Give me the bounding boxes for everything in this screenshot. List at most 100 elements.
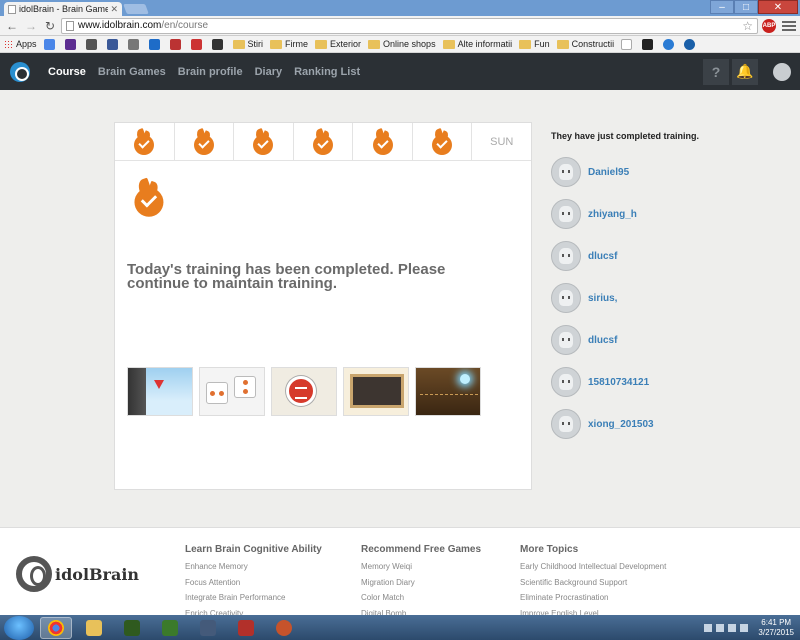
bookmark-icon-5[interactable] xyxy=(127,38,142,50)
app-taskbar-icon[interactable] xyxy=(268,617,300,639)
close-window-icon[interactable]: ✕ xyxy=(758,0,798,14)
app-taskbar-icon[interactable] xyxy=(230,617,262,639)
footer-link[interactable]: Focus Attention xyxy=(185,575,322,591)
url-input[interactable]: www.idolbrain.com/en/course ☆ xyxy=(61,17,758,34)
bookmark-icon-12[interactable] xyxy=(663,38,677,50)
game-thumbnail[interactable] xyxy=(343,367,409,416)
tray-icons[interactable] xyxy=(704,623,749,632)
nav-ranking-list[interactable]: Ranking List xyxy=(294,66,360,78)
browser-tab[interactable]: idolBrain - Brain Games & ✕ xyxy=(4,2,122,16)
bookmark-folder-constructii[interactable]: Constructii xyxy=(556,39,614,49)
reload-icon[interactable]: ↻ xyxy=(42,18,58,34)
username[interactable]: zhiyang_h xyxy=(588,209,637,220)
list-item[interactable]: Daniel95 xyxy=(551,151,721,193)
folder-icon xyxy=(519,39,532,49)
bookmark-folder-fun[interactable]: Fun xyxy=(519,39,550,49)
username[interactable]: dlucsf xyxy=(588,335,617,346)
bookmark-star-icon[interactable]: ☆ xyxy=(742,19,753,33)
user-avatar[interactable] xyxy=(764,53,800,90)
bookmark-apps[interactable]: Apps xyxy=(4,39,37,49)
forward-arrow-icon[interactable]: → xyxy=(23,18,39,34)
list-item[interactable]: dlucsf xyxy=(551,319,721,361)
idolbrain-logo-icon[interactable] xyxy=(10,61,30,82)
game-thumbnail[interactable] xyxy=(127,367,193,416)
new-tab-button[interactable] xyxy=(123,4,149,14)
footer-column-topics: More Topics Early Childhood Intellectual… xyxy=(520,544,666,621)
nav-diary[interactable]: Diary xyxy=(255,66,283,78)
game-thumbnail[interactable] xyxy=(271,367,337,416)
bookmark-folder-alte-informatii[interactable]: Alte informatii xyxy=(442,39,512,49)
list-item[interactable]: xiong_201503 xyxy=(551,403,721,445)
list-item[interactable]: 15810734121 xyxy=(551,361,721,403)
nvidia-taskbar-icon[interactable] xyxy=(116,617,148,639)
bookmark-folder-firme[interactable]: Firme xyxy=(270,39,308,49)
chrome-menu-icon[interactable] xyxy=(782,19,796,33)
footer-link[interactable]: Memory Weiqi xyxy=(361,559,481,575)
folder-icon xyxy=(232,39,245,49)
day-completed xyxy=(115,123,175,160)
start-button[interactable] xyxy=(4,615,34,640)
bookmark-folder-exterior[interactable]: Exterior xyxy=(315,39,361,49)
nav-course[interactable]: Course xyxy=(48,66,86,78)
minimize-icon[interactable]: – xyxy=(710,0,734,14)
bookmark-icon-11[interactable] xyxy=(642,38,656,50)
bookmark-icon-13[interactable] xyxy=(684,38,698,50)
back-arrow-icon[interactable]: ← xyxy=(4,18,20,34)
header-actions: ? 🔔 xyxy=(700,53,800,90)
bookmark-icon-7[interactable] xyxy=(169,38,184,50)
bookmarks-bar: Apps Stiri Firme Exterior Online shops A… xyxy=(0,36,800,53)
bookmark-icon-10[interactable] xyxy=(621,38,635,50)
bookmark-folder-stiri[interactable]: Stiri xyxy=(232,39,263,49)
chrome-taskbar-icon[interactable] xyxy=(40,616,72,639)
game-thumbnail[interactable] xyxy=(415,367,481,416)
windows-taskbar: 6:41 PM 3/27/2015 xyxy=(0,615,800,640)
clock-time: 6:41 PM xyxy=(761,617,792,627)
username[interactable]: xiong_201503 xyxy=(588,419,654,430)
bookmark-icon-4[interactable] xyxy=(106,38,121,50)
page-icon xyxy=(621,38,633,50)
app-taskbar-icon[interactable] xyxy=(192,617,224,639)
footer-column-games: Recommend Free Games Memory Weiqi Migrat… xyxy=(361,544,481,621)
username[interactable]: 15810734121 xyxy=(588,377,649,388)
folder-icon xyxy=(556,39,569,49)
close-tab-icon[interactable]: ✕ xyxy=(110,4,118,15)
footer-link[interactable]: Enhance Memory xyxy=(185,559,322,575)
site-icon xyxy=(85,38,97,50)
site-icon xyxy=(684,38,696,50)
clock[interactable]: 6:41 PM 3/27/2015 xyxy=(758,618,794,638)
help-icon[interactable]: ? xyxy=(703,58,729,85)
avatar-icon xyxy=(551,409,581,439)
footer-link[interactable]: Integrate Brain Performance xyxy=(185,590,322,606)
bookmark-icon-3[interactable] xyxy=(85,38,100,50)
username[interactable]: sirius, xyxy=(588,293,617,304)
nav-brain-games[interactable]: Brain Games xyxy=(98,66,166,78)
footer-logo[interactable]: idolBrain xyxy=(16,556,139,592)
maximize-icon[interactable]: □ xyxy=(734,0,758,14)
url-path: /en/course xyxy=(161,20,209,31)
username[interactable]: dlucsf xyxy=(588,251,617,262)
bookmark-icon-8[interactable] xyxy=(190,38,205,50)
footer-link[interactable]: Early Childhood Intellectual Development xyxy=(520,559,666,575)
bookmark-icon-1[interactable] xyxy=(43,38,58,50)
list-item[interactable]: sirius, xyxy=(551,277,721,319)
bookmark-icon-9[interactable] xyxy=(211,38,226,50)
flame-check-icon xyxy=(133,127,155,155)
bell-icon[interactable]: 🔔 xyxy=(732,58,758,85)
footer-link[interactable]: Scientific Background Support xyxy=(520,575,666,591)
bookmark-icon-6[interactable] xyxy=(148,38,163,50)
username[interactable]: Daniel95 xyxy=(588,167,629,178)
footer-link[interactable]: Migration Diary xyxy=(361,575,481,591)
bookmark-icon-2[interactable] xyxy=(64,38,79,50)
explorer-taskbar-icon[interactable] xyxy=(78,617,110,639)
app-taskbar-icon[interactable] xyxy=(154,617,186,639)
list-item[interactable]: dlucsf xyxy=(551,235,721,277)
game-thumbnail[interactable] xyxy=(199,367,265,416)
adblock-icon[interactable]: ABP xyxy=(762,18,776,33)
list-item[interactable]: zhiyang_h xyxy=(551,193,721,235)
footer-link[interactable]: Eliminate Procrastination xyxy=(520,590,666,606)
footer-logo-text: idolBrain xyxy=(55,564,140,584)
page-info-icon[interactable] xyxy=(66,20,74,31)
bookmark-folder-online-shops[interactable]: Online shops xyxy=(368,39,436,49)
footer-link[interactable]: Color Match xyxy=(361,590,481,606)
nav-brain-profile[interactable]: Brain profile xyxy=(178,66,243,78)
